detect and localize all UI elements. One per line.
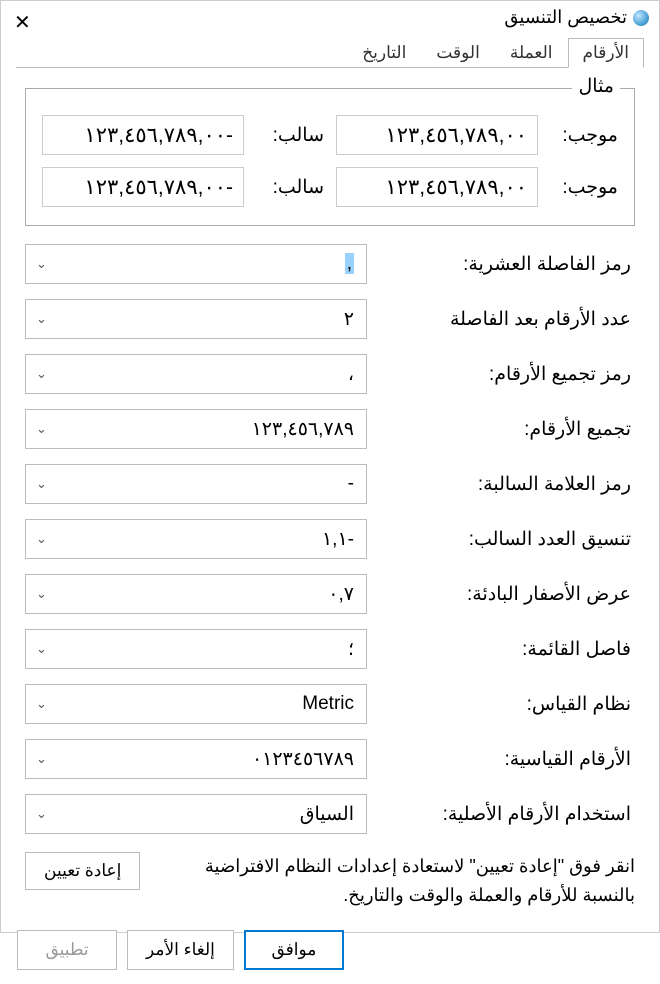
example-legend: مثال (572, 75, 620, 98)
native-digits-select[interactable]: ⌄ السياق (25, 794, 367, 834)
negative-sign-label: رمز العلامة السالبة: (367, 473, 635, 496)
titlebar: ✕ تخصيص التنسيق (1, 1, 659, 34)
digit-grouping-select[interactable]: ⌄ ١٢٣,٤٥٦,٧٨٩ (25, 409, 367, 449)
digits-after-label: عدد الأرقام بعد الفاصلة (367, 308, 635, 331)
example-positive-value-1: ١٢٣,٤٥٦,٧٨٩,٠٠ (336, 115, 538, 155)
ok-button[interactable]: موافق (244, 930, 344, 970)
decimal-symbol-select[interactable]: ⌄ , (25, 244, 367, 284)
standard-digits-label: الأرقام القياسية: (367, 748, 635, 771)
chevron-down-icon: ⌄ (36, 696, 47, 712)
close-icon[interactable]: ✕ (14, 10, 31, 35)
grouping-symbol-label: رمز تجميع الأرقام: (367, 363, 635, 386)
example-groupbox: مثال موجب: ١٢٣,٤٥٦,٧٨٩,٠٠ سالب: ١٢٣,٤٥٦,… (25, 88, 635, 226)
decimal-symbol-label: رمز الفاصلة العشرية: (367, 253, 635, 276)
chevron-down-icon: ⌄ (36, 366, 47, 382)
chevron-down-icon: ⌄ (36, 421, 47, 437)
chevron-down-icon: ⌄ (36, 751, 47, 767)
chevron-down-icon: ⌄ (36, 256, 47, 272)
measurement-label: نظام القياس: (367, 693, 635, 716)
list-separator-label: فاصل القائمة: (367, 638, 635, 661)
chevron-down-icon: ⌄ (36, 586, 47, 602)
apply-button[interactable]: تطبيق (17, 930, 117, 970)
globe-icon (633, 10, 649, 26)
chevron-down-icon: ⌄ (36, 641, 47, 657)
example-negative-label-1: سالب: (256, 124, 324, 147)
measurement-select[interactable]: ⌄ Metric (25, 684, 367, 724)
tab-strip: الأرقام العملة الوقت التاريخ (16, 38, 644, 68)
window-title: تخصيص التنسيق (504, 7, 627, 28)
reset-description: انقر فوق "إعادة تعيين" لاستعادة إعدادات … (154, 852, 635, 910)
digit-grouping-label: تجميع الأرقام: (367, 418, 635, 441)
tab-content: مثال موجب: ١٢٣,٤٥٦,٧٨٩,٠٠ سالب: ١٢٣,٤٥٦,… (1, 68, 659, 920)
chevron-down-icon: ⌄ (36, 311, 47, 327)
example-negative-value-2: ١٢٣,٤٥٦,٧٨٩,٠٠- (42, 167, 244, 207)
leading-zeros-select[interactable]: ⌄ ٠,٧ (25, 574, 367, 614)
dialog-window: ✕ تخصيص التنسيق الأرقام العملة الوقت الت… (0, 0, 660, 933)
chevron-down-icon: ⌄ (36, 531, 47, 547)
chevron-down-icon: ⌄ (36, 476, 47, 492)
leading-zeros-label: عرض الأصفار البادئة: (367, 583, 635, 606)
example-positive-label-2: موجب: (550, 176, 618, 199)
digits-after-select[interactable]: ⌄ ٢ (25, 299, 367, 339)
negative-format-select[interactable]: ⌄ ١,١- (25, 519, 367, 559)
example-positive-label-1: موجب: (550, 124, 618, 147)
dialog-footer: تطبيق إلغاء الأمر موافق (1, 920, 659, 984)
native-digits-label: استخدام الأرقام الأصلية: (367, 803, 635, 826)
tab-numbers[interactable]: الأرقام (568, 38, 644, 68)
negative-sign-select[interactable]: ⌄ - (25, 464, 367, 504)
tab-currency[interactable]: العملة (495, 38, 568, 68)
negative-format-label: تنسيق العدد السالب: (367, 528, 635, 551)
example-negative-value-1: ١٢٣,٤٥٦,٧٨٩,٠٠- (42, 115, 244, 155)
tab-time[interactable]: الوقت (421, 38, 495, 68)
grouping-symbol-select[interactable]: ⌄ ، (25, 354, 367, 394)
example-positive-value-2: ١٢٣,٤٥٦,٧٨٩,٠٠ (336, 167, 538, 207)
example-negative-label-2: سالب: (256, 176, 324, 199)
reset-button[interactable]: إعادة تعيين (25, 852, 140, 890)
list-separator-select[interactable]: ⌄ ؛ (25, 629, 367, 669)
cancel-button[interactable]: إلغاء الأمر (127, 930, 234, 970)
chevron-down-icon: ⌄ (36, 806, 47, 822)
standard-digits-select[interactable]: ⌄ ٠١٢٣٤٥٦٧٨٩ (25, 739, 367, 779)
tab-date[interactable]: التاريخ (347, 38, 421, 68)
